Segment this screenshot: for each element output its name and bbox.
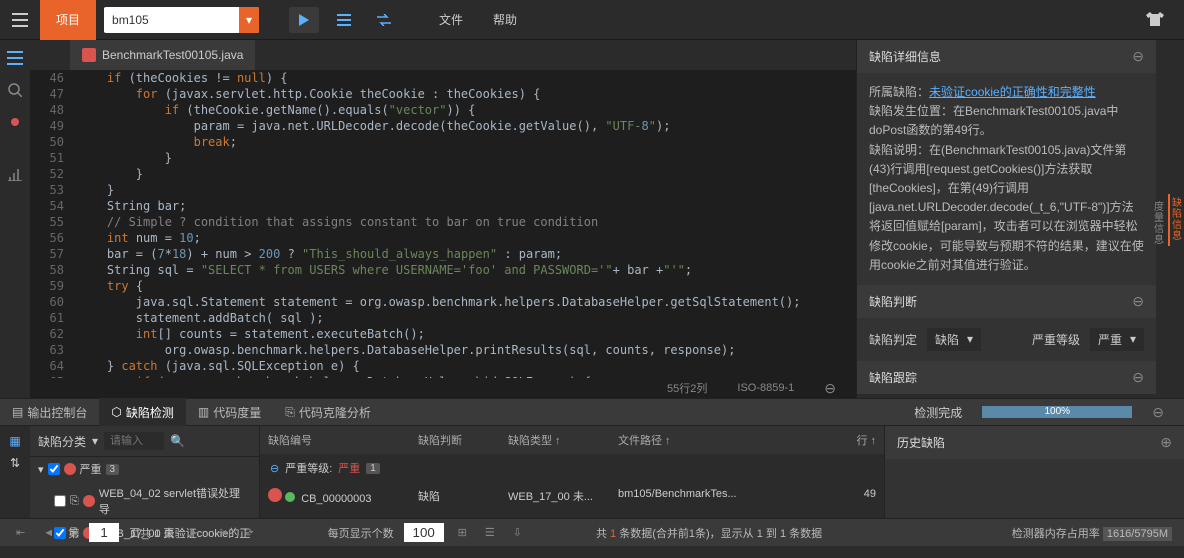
prev-page-button[interactable]: ◄ — [39, 527, 58, 539]
code-content[interactable]: if (theCookies != null) { for (javax.ser… — [70, 70, 856, 378]
menu-help[interactable]: 帮助 — [493, 11, 517, 28]
java-file-icon — [82, 48, 96, 62]
terminal-icon: ▤ — [12, 405, 23, 419]
right-rail-metric[interactable]: 度量信息 — [1154, 202, 1164, 246]
tree-checkbox[interactable] — [48, 463, 60, 475]
settings-icon[interactable]: ⊞ — [454, 526, 471, 539]
filter-icon[interactable]: ☰ — [481, 526, 499, 539]
next-page-button[interactable]: ► — [184, 527, 203, 539]
sev-select[interactable]: 严重 ▾ — [1090, 328, 1144, 351]
collapse-icon[interactable]: ⊖ — [1132, 293, 1144, 310]
collapse-icon[interactable]: ⊖ — [270, 462, 279, 475]
tshirt-icon[interactable] — [1146, 12, 1164, 28]
severity-icon — [268, 488, 282, 502]
search-icon[interactable]: 🔍 — [170, 434, 185, 448]
hamburger-icon[interactable] — [0, 0, 40, 40]
detail-header: 缺陷详细信息 — [869, 48, 941, 65]
tree-item[interactable]: ⎘ WEB_04_02 servlet错误处理导 — [30, 481, 259, 521]
count-badge: 1 — [366, 463, 380, 474]
count-badge: 3 — [106, 464, 120, 475]
sev-label: 严重等级 — [1032, 331, 1080, 348]
perpage-label: 每页显示个数 — [328, 525, 394, 541]
list-icon[interactable] — [329, 7, 359, 33]
page-total: 页共 1 页 — [129, 525, 174, 541]
chevron-down-icon: ▾ — [1130, 332, 1136, 346]
collapse-icon[interactable]: ⊖ — [1152, 404, 1164, 421]
belong-label: 所属缺陷： — [869, 85, 929, 99]
tab-defects[interactable]: ⬡缺陷检测 — [99, 398, 186, 426]
expand-icon[interactable]: ⊕ — [1160, 434, 1172, 451]
th-id[interactable]: 缺陷编号 — [260, 432, 410, 448]
progress-label: 检测完成 — [914, 404, 962, 421]
tree-root[interactable]: ▾ 严重 3 — [30, 457, 259, 481]
status-icon — [285, 492, 295, 502]
first-page-button[interactable]: ⇤ — [12, 526, 29, 539]
judge-select[interactable]: 缺陷 ▾ — [927, 328, 981, 351]
desc-label: 缺陷说明： — [869, 143, 929, 157]
loc-label: 缺陷发生位置： — [869, 104, 953, 118]
perpage-input[interactable] — [404, 523, 444, 542]
sort-icon[interactable]: ⇅ — [10, 456, 20, 470]
chart-icon[interactable] — [5, 164, 25, 184]
menu-file[interactable]: 文件 — [439, 11, 463, 28]
refresh-icon[interactable]: ⟳ — [240, 526, 257, 539]
copy-icon[interactable]: ⎘ — [70, 495, 79, 508]
th-judge[interactable]: 缺陷判断 — [410, 432, 500, 448]
filter-icon[interactable]: ▦ — [9, 434, 20, 448]
progress-bar: 100% — [982, 406, 1132, 418]
memory-usage: 1616/5795M — [1103, 527, 1172, 541]
chevron-down-icon[interactable]: ▾ — [239, 7, 259, 33]
desc-text: 在(BenchmarkTest00105.java)文件第(43)行调用[req… — [869, 143, 1144, 272]
copy-icon: ⎘ — [285, 405, 295, 420]
th-line[interactable]: 行 ↑ — [834, 432, 884, 448]
cursor-position: 55行2列 — [667, 380, 707, 396]
tree-header: 缺陷分类 — [38, 433, 86, 450]
collapse-icon[interactable]: ⊖ — [1132, 48, 1144, 65]
th-path[interactable]: 文件路径 ↑ — [610, 432, 834, 448]
search-icon[interactable] — [5, 80, 25, 100]
table-group[interactable]: ⊖ 严重等级: 严重 1 — [260, 454, 884, 482]
swap-icon[interactable] — [369, 7, 399, 33]
tree-checkbox[interactable] — [54, 495, 66, 507]
project-value: bm105 — [112, 13, 149, 27]
th-type[interactable]: 缺陷类型 ↑ — [500, 432, 610, 448]
tab-clone[interactable]: ⎘代码克隆分析 — [273, 398, 383, 426]
severity-icon — [83, 495, 95, 507]
defect-link[interactable]: 未验证cookie的正确性和完整性 — [929, 85, 1096, 99]
tab-filename: BenchmarkTest00105.java — [102, 48, 243, 62]
tree-search-input[interactable] — [104, 432, 164, 450]
last-page-button[interactable]: ⇥ — [213, 526, 230, 539]
breakpoint-indicator — [5, 112, 25, 132]
judge-label: 缺陷判定 — [869, 331, 917, 348]
tab-output[interactable]: ▤输出控制台 — [0, 398, 99, 426]
chevron-down-icon: ▾ — [967, 332, 973, 346]
page-input[interactable] — [89, 523, 119, 542]
right-rail-defect[interactable]: 缺陷信息 — [1168, 194, 1184, 246]
export-icon[interactable]: ⇩ — [509, 526, 526, 539]
file-encoding: ISO-8859-1 — [737, 382, 794, 394]
project-button[interactable]: 项目 — [40, 0, 96, 40]
collapse-icon[interactable]: ⊖ — [1132, 369, 1144, 386]
project-select[interactable]: bm105 ▾ — [104, 7, 259, 33]
line-gutter: 4647484950515253545556575859606162636465… — [30, 70, 70, 378]
chart-icon: ▥ — [198, 405, 209, 419]
page-label: 第 — [68, 525, 79, 541]
track-header: 缺陷跟踪 — [869, 369, 917, 386]
severity-icon — [64, 463, 76, 475]
history-header: 历史缺陷 — [897, 434, 945, 451]
bug-icon: ⬡ — [111, 405, 121, 419]
judge-header: 缺陷判断 — [869, 293, 917, 310]
collapse-icon[interactable]: ▾ — [38, 463, 44, 476]
table-row[interactable]: CB_00000003 缺陷 WEB_17_00 未... bm105/Benc… — [260, 482, 884, 511]
tab-metrics[interactable]: ▥代码度量 — [186, 398, 273, 426]
editor-tab[interactable]: BenchmarkTest00105.java — [70, 40, 255, 70]
outline-icon[interactable] — [5, 48, 25, 68]
collapse-icon[interactable]: ⊖ — [824, 380, 836, 397]
chevron-down-icon[interactable]: ▾ — [92, 434, 98, 448]
run-button[interactable] — [289, 7, 319, 33]
